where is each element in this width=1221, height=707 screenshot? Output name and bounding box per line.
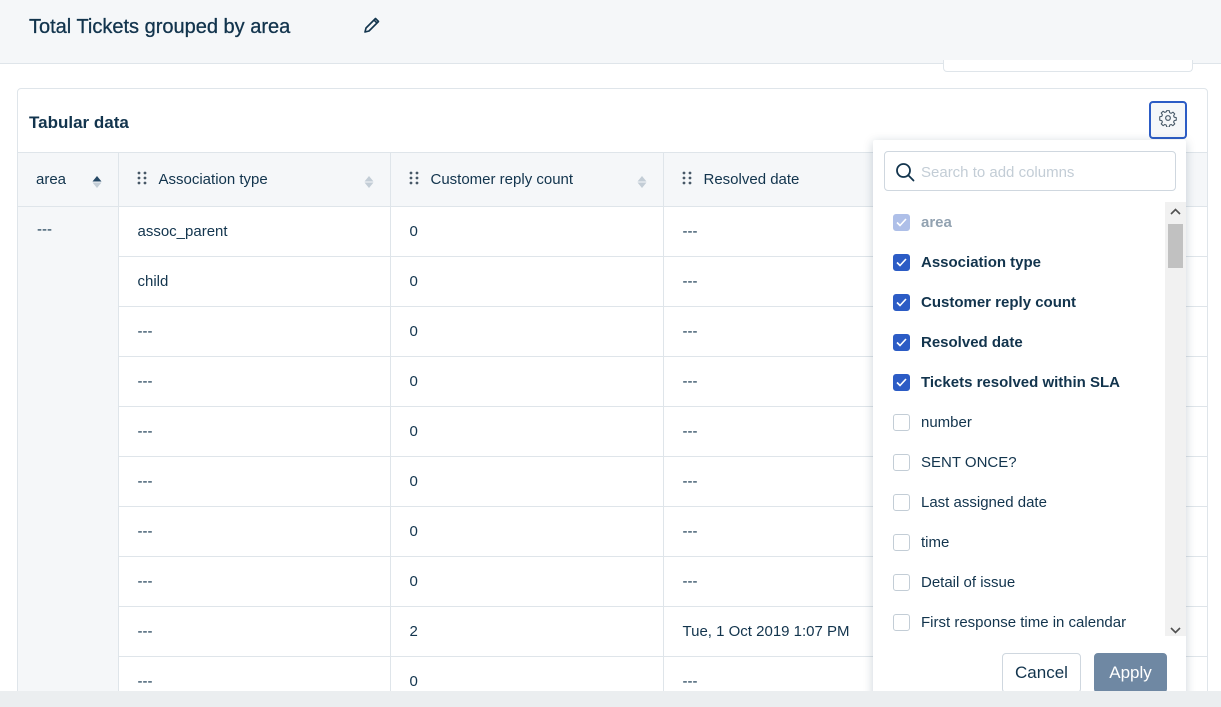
column-option-label: number [921,413,972,431]
column-option-label: Association type [921,253,1042,271]
checkbox-icon[interactable] [893,573,910,591]
column-option-label: SENT ONCE? [921,453,1017,471]
checkbox-checked-icon[interactable] [893,253,910,271]
table-cell: --- [118,606,391,657]
table-cell: --- [118,356,391,407]
checkbox-checked-icon[interactable] [893,333,910,351]
table-cell: --- [118,306,391,357]
table-cell: --- [118,406,391,457]
column-option-label: Last assigned date [921,493,1047,511]
table-cell: assoc_parent [118,206,391,257]
sort-icon[interactable] [364,175,374,189]
table-cell: 0 [390,556,664,607]
column-search-box[interactable] [884,151,1176,191]
column-header-association-type[interactable]: Association type [118,152,391,207]
column-option[interactable]: Customer reply count [893,292,1076,312]
checkbox-icon[interactable] [893,413,910,431]
page-title: Total Tickets grouped by area [29,16,291,38]
checkbox-checked-icon[interactable] [893,293,910,311]
checkbox-icon[interactable] [893,453,910,471]
card-title: Tabular data [29,113,129,132]
column-settings-button[interactable] [1149,101,1187,139]
gear-icon [1159,109,1177,132]
drag-handle-icon[interactable] [409,171,421,189]
checkbox-checked-icon[interactable] [893,373,910,391]
column-option-label: First response time in calendar [921,613,1127,631]
column-option[interactable]: Resolved date [893,332,1023,352]
column-header-label: Customer reply count [430,171,574,188]
drag-handle-icon[interactable] [137,171,149,189]
table-cell: 0 [390,256,664,307]
column-header-area[interactable]: area [18,152,119,207]
column-picker-dropdown: area Association type Customer reply count… [873,140,1186,707]
column-option-label: Customer reply count [921,293,1077,311]
table-cell: 2 [390,606,664,657]
column-option-label: Tickets resolved within SLA [921,373,1120,391]
search-icon [895,162,915,187]
column-option-label: Resolved date [921,333,1023,351]
area-group-cell: --- [18,206,119,707]
scroll-down-arrow-icon[interactable] [1170,622,1181,634]
column-option[interactable]: Last assigned date [893,492,1047,512]
table-cell: --- [118,506,391,557]
hidden-control [943,60,1193,72]
options-scrollbar[interactable] [1165,202,1186,636]
table-cell: 0 [390,306,664,357]
column-header-label: area [36,171,67,188]
apply-button[interactable]: Apply [1094,653,1167,693]
column-search-input[interactable] [921,161,1161,183]
pencil-icon[interactable] [362,15,382,35]
sort-ascending-icon[interactable] [92,175,102,189]
column-option[interactable]: Detail of issue [893,572,1015,592]
column-header-customer-reply-count[interactable]: Customer reply count [390,152,664,207]
scroll-up-arrow-icon[interactable] [1170,204,1181,215]
checkbox-icon[interactable] [893,493,910,511]
checkbox-icon[interactable] [893,533,910,551]
checkbox-checked-icon [893,213,910,231]
column-header-label: Association type [158,171,268,188]
page-header: Total Tickets grouped by area [0,0,1221,64]
checkbox-icon[interactable] [893,613,910,631]
drag-handle-icon[interactable] [682,171,694,189]
table-cell: child [118,256,391,307]
table-cell: 0 [390,456,664,507]
cancel-button[interactable]: Cancel [1002,653,1081,693]
column-option[interactable]: SENT ONCE? [893,452,1017,472]
table-cell: 0 [390,406,664,457]
column-option[interactable]: First response time in calendar [893,612,1126,632]
column-header-label: Resolved date [703,171,800,188]
table-cell: 0 [390,356,664,407]
column-option[interactable]: time [893,532,949,552]
column-option: area [893,212,952,232]
table-cell: --- [118,556,391,607]
scrollbar-thumb[interactable] [1168,224,1183,268]
column-option[interactable]: number [893,412,972,432]
sort-icon[interactable] [637,175,647,189]
table-cell: 0 [390,206,664,257]
column-option[interactable]: Tickets resolved within SLA [893,372,1120,392]
column-option-label: time [921,533,950,551]
table-cell: 0 [390,506,664,557]
window-bottom-strip [0,691,1221,707]
column-options-list: area Association type Customer reply count… [873,202,1163,636]
column-option[interactable]: Association type [893,252,1041,272]
column-option-label: Detail of issue [921,573,1016,591]
table-cell: --- [118,456,391,507]
column-option-label: area [921,213,952,231]
